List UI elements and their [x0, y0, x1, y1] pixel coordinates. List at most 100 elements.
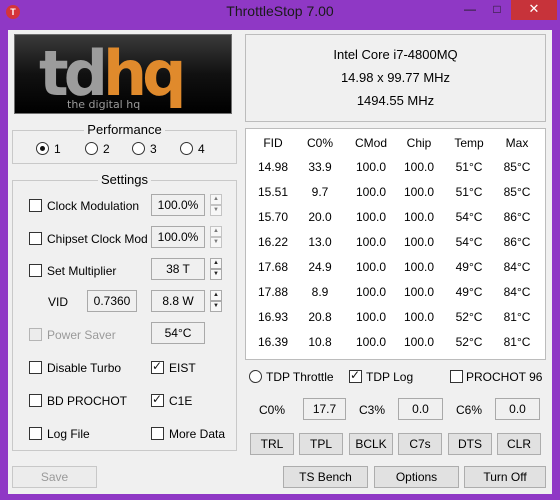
power-spinner[interactable]: ▲ ▼ [210, 290, 222, 312]
trl-button[interactable]: TRL [250, 433, 294, 455]
settings-group: Settings Clock Modulation 100.0% ▲ ▼ Chi… [12, 172, 237, 451]
more-data-label: More Data [169, 427, 226, 441]
table-cell-c0: 8.9 [311, 285, 329, 299]
app-window: T ThrottleStop 7.00 — □ ✕ tdhq the digit… [0, 0, 560, 500]
prochot-checkbox[interactable] [450, 370, 463, 383]
table-cell-temp: 51°C [455, 160, 483, 174]
ts-bench-button[interactable]: TS Bench [283, 466, 368, 488]
column-header-c0: C0% [306, 136, 333, 150]
power-saver-checkbox[interactable] [29, 328, 42, 341]
set-multiplier-spinner[interactable]: ▲ ▼ [210, 258, 222, 280]
minimize-button[interactable]: — [457, 0, 483, 20]
table-cell-temp: 51°C [455, 185, 483, 199]
table-cell-fid: 16.39 [257, 335, 289, 349]
profile-2-label: 2 [103, 142, 110, 156]
table-cell-max: 86°C [503, 235, 531, 249]
c6-label: C6% [456, 403, 483, 417]
log-file-checkbox[interactable] [29, 427, 42, 440]
table-cell-max: 81°C [503, 335, 531, 349]
table-cell-chip: 100.0 [403, 310, 435, 324]
close-button[interactable]: ✕ [511, 0, 557, 20]
cpu-name: Intel Core i7-4800MQ [333, 47, 458, 62]
c0-value: 17.7 [303, 398, 346, 420]
spin-down-icon[interactable]: ▼ [210, 237, 222, 248]
table-cell-fid: 15.70 [257, 210, 289, 224]
profile-2-radio[interactable] [85, 142, 98, 155]
eist-checkbox[interactable] [151, 359, 164, 374]
performance-title: Performance [84, 122, 165, 137]
thread-data-table: FID C0% CMod Chip Temp Max 14.98 33.9 100.… [245, 128, 546, 360]
chipset-clock-mod-value[interactable]: 100.0% [151, 226, 205, 248]
clr-button[interactable]: CLR [497, 433, 541, 455]
set-multiplier-checkbox[interactable] [29, 264, 42, 277]
c1e-label: C1E [169, 394, 193, 408]
dts-button[interactable]: DTS [448, 433, 492, 455]
table-cell-cmod: 100.0 [355, 260, 387, 274]
c6-value: 0.0 [495, 398, 540, 420]
table-cell-chip: 100.0 [403, 235, 435, 249]
table-cell-fid: 16.22 [257, 235, 289, 249]
table-cell-cmod: 100.0 [355, 235, 387, 249]
clock-modulation-spinner[interactable]: ▲ ▼ [210, 194, 222, 216]
spin-up-icon[interactable]: ▲ [210, 258, 222, 269]
clock-modulation-label: Clock Modulation [47, 199, 140, 213]
spin-up-icon[interactable]: ▲ [210, 290, 222, 301]
prochot-label: PROCHOT 96 [466, 370, 543, 384]
c3-value: 0.0 [398, 398, 443, 420]
spin-down-icon[interactable]: ▼ [210, 205, 222, 216]
options-button[interactable]: Options [374, 466, 459, 488]
c7s-button[interactable]: C7s [398, 433, 442, 455]
turn-off-button[interactable]: Turn Off [464, 466, 546, 488]
performance-group: Performance 1 2 3 4 [12, 122, 237, 164]
table-cell-c0: 20.0 [308, 210, 332, 224]
save-button[interactable]: Save [12, 466, 97, 488]
cpu-info-panel: Intel Core i7-4800MQ 14.98 x 99.77 MHz 1… [245, 34, 546, 122]
profile-4-radio[interactable] [180, 142, 193, 155]
spin-up-icon[interactable]: ▲ [210, 226, 222, 237]
profile-4-label: 4 [198, 142, 205, 156]
clock-modulation-value[interactable]: 100.0% [151, 194, 205, 216]
chipset-clock-mod-checkbox[interactable] [29, 232, 42, 245]
table-cell-fid: 17.68 [257, 260, 289, 274]
log-file-label: Log File [47, 427, 90, 441]
profile-1-radio[interactable] [36, 142, 49, 155]
power-value[interactable]: 8.8 W [151, 290, 205, 312]
set-multiplier-label: Set Multiplier [47, 264, 117, 278]
set-multiplier-value[interactable]: 38 T [151, 258, 205, 280]
tdhq-logo-graphic: tdhq the digital hq [15, 35, 231, 113]
profile-3-radio[interactable] [132, 142, 145, 155]
maximize-button[interactable]: □ [484, 0, 510, 20]
disable-turbo-checkbox[interactable] [29, 361, 42, 374]
power-saver-temp[interactable]: 54°C [151, 322, 205, 344]
settings-title: Settings [98, 172, 151, 187]
table-cell-max: 84°C [503, 285, 531, 299]
tdp-log-checkbox[interactable] [349, 368, 362, 383]
table-cell-max: 81°C [503, 310, 531, 324]
spin-down-icon[interactable]: ▼ [210, 301, 222, 312]
spin-up-icon[interactable]: ▲ [210, 194, 222, 205]
column-header-fid: FID [263, 136, 283, 150]
tdp-log-label: TDP Log [366, 370, 414, 384]
c0-label: C0% [259, 403, 286, 417]
table-cell-c0: 20.8 [308, 310, 332, 324]
table-cell-max: 85°C [503, 185, 531, 199]
client-area: tdhq the digital hq Intel Core i7-4800MQ… [8, 30, 552, 494]
tdp-throttle-radio[interactable] [249, 370, 262, 383]
tpl-button[interactable]: TPL [299, 433, 343, 455]
c1e-checkbox[interactable] [151, 392, 164, 407]
more-data-checkbox[interactable] [151, 427, 164, 440]
bclk-button[interactable]: BCLK [349, 433, 393, 455]
table-cell-chip: 100.0 [403, 335, 435, 349]
table-cell-temp: 54°C [455, 210, 483, 224]
tdp-throttle-label: TDP Throttle [266, 370, 334, 384]
power-saver-label: Power Saver [47, 328, 116, 342]
bd-prochot-checkbox[interactable] [29, 394, 42, 407]
table-cell-chip: 100.0 [403, 160, 435, 174]
chipset-clock-mod-spinner[interactable]: ▲ ▼ [210, 226, 222, 248]
clock-modulation-checkbox[interactable] [29, 199, 42, 212]
vid-value: 0.7360 [87, 290, 137, 312]
title-bar[interactable]: T ThrottleStop 7.00 — □ ✕ [0, 0, 560, 24]
table-cell-c0: 10.8 [308, 335, 332, 349]
spin-down-icon[interactable]: ▼ [210, 269, 222, 280]
table-cell-temp: 54°C [455, 235, 483, 249]
